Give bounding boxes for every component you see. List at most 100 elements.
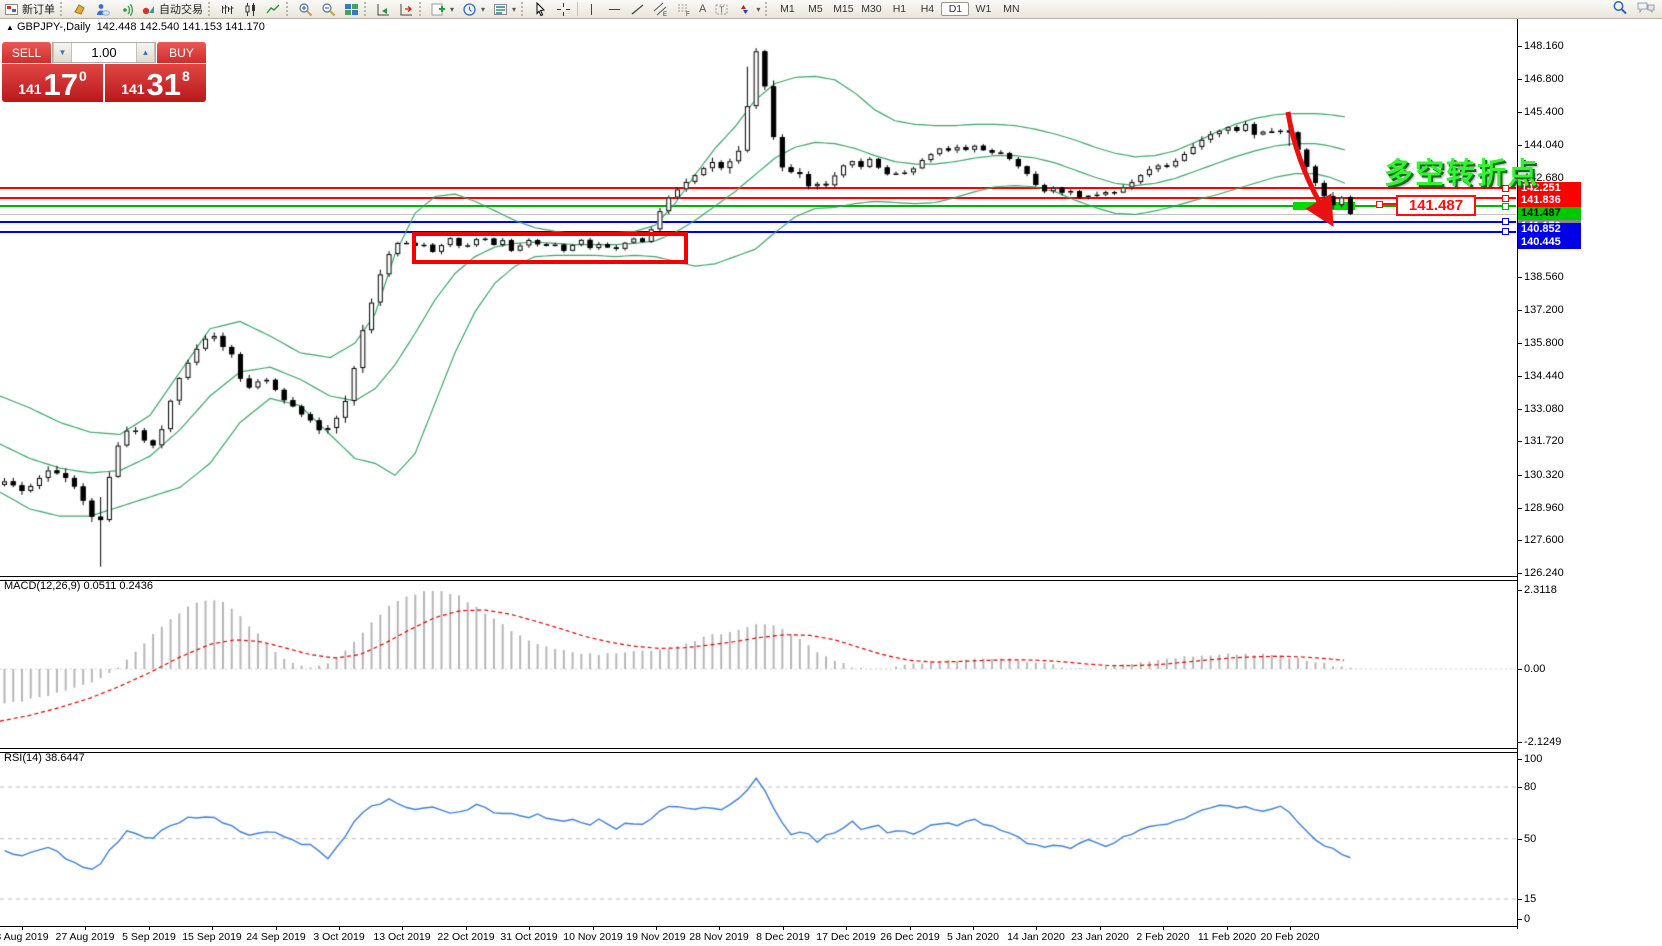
timeframe-toolbar: M1M5M15M30H1H4D1W1MN — [773, 1, 1025, 17]
templates-button[interactable]: ▾ — [489, 1, 520, 17]
toolbar-grip — [208, 2, 215, 16]
timeframe-mn[interactable]: MN — [997, 2, 1025, 16]
buy-button[interactable]: BUY — [157, 42, 206, 63]
crosshair-tool-button[interactable] — [552, 1, 575, 17]
zoom-out-icon — [321, 2, 336, 17]
chart-shift-button[interactable] — [395, 1, 418, 17]
template-icon — [493, 2, 508, 17]
line-handle-140.852[interactable] — [1502, 218, 1509, 225]
new-order-icon — [4, 2, 19, 17]
timeframe-m30[interactable]: M30 — [857, 2, 885, 16]
candlestick-button[interactable] — [239, 1, 262, 17]
price-tag-annotation[interactable]: 141.487 — [1396, 195, 1476, 216]
broadcast-button[interactable] — [114, 1, 137, 17]
sell-price-small: 141 — [18, 81, 41, 97]
text-label-tool-button[interactable]: T — [710, 1, 733, 17]
timeframe-m1[interactable]: M1 — [773, 2, 801, 16]
bar-chart-button[interactable] — [216, 1, 239, 17]
line-handle-141.487[interactable] — [1502, 203, 1509, 210]
line-chart-button[interactable] — [262, 1, 285, 17]
rsi-label: RSI(14) 38.6447 — [4, 752, 85, 764]
equidistant-channel-icon: E — [653, 2, 668, 17]
cursor-icon — [533, 2, 548, 17]
chevron-down-icon: ▾ — [512, 5, 516, 14]
toolbar-grip — [765, 2, 772, 16]
indicators-button[interactable]: ▾ — [427, 1, 458, 17]
svg-text:F: F — [686, 12, 690, 17]
line-handle-140.445[interactable] — [1502, 228, 1509, 235]
horizontal-line-icon — [607, 2, 622, 17]
cloud-user-button[interactable] — [91, 1, 114, 17]
timeframe-m15[interactable]: M15 — [829, 2, 857, 16]
bar-chart-icon — [220, 2, 235, 17]
sell-price-sup: 0 — [79, 68, 87, 84]
periods-button[interactable]: ▾ — [458, 1, 489, 17]
rsi-bottom-border — [0, 926, 1517, 927]
auto-trading-button[interactable]: 自动交易 — [137, 1, 207, 17]
timeframe-m5[interactable]: M5 — [801, 2, 829, 16]
toolbar-grip — [521, 2, 528, 16]
trendline-icon — [630, 2, 645, 17]
text-tool-button[interactable]: A — [695, 1, 710, 17]
price-tag-anchor-square — [1376, 201, 1383, 208]
timeframe-w1[interactable]: W1 — [969, 2, 997, 16]
zoom-in-button[interactable] — [294, 1, 317, 17]
timeframe-d1[interactable]: D1 — [941, 2, 969, 16]
sell-button[interactable]: SELL — [2, 42, 51, 63]
buy-price-display[interactable]: 141 31 8 — [105, 64, 206, 102]
volume-up-button[interactable]: ▲ — [136, 43, 155, 62]
tile-windows-button[interactable] — [340, 1, 363, 17]
cursor-tool-button[interactable] — [529, 1, 552, 17]
candlestick-icon — [243, 2, 258, 17]
auto-trading-label: 自动交易 — [159, 1, 203, 17]
price-tag-connector — [1383, 203, 1396, 205]
symbol-name: GBPJPY-,Daily — [17, 21, 91, 33]
sell-price-display[interactable]: 141 17 0 — [2, 64, 103, 102]
macd-signal-value: 0.2436 — [119, 580, 153, 592]
fibonacci-icon: F — [676, 2, 691, 17]
cloud-user-icon — [95, 2, 110, 17]
macd-main-value: 0.0511 — [83, 580, 116, 592]
chevron-down-icon: ▾ — [450, 5, 454, 14]
timeframe-h1[interactable]: H1 — [885, 2, 913, 16]
price-label-141.487: 141.487 — [1518, 207, 1581, 220]
arrows-tool-button[interactable]: ▾ — [733, 1, 764, 17]
timeframe-h4[interactable]: H4 — [913, 2, 941, 16]
auto-scroll-button[interactable] — [372, 1, 395, 17]
clock-icon — [462, 2, 477, 17]
channel-tool-button[interactable]: E — [649, 1, 672, 17]
svg-text:E: E — [663, 12, 667, 17]
line-handle-141.836[interactable] — [1502, 195, 1509, 202]
chat-icon[interactable] — [1636, 0, 1656, 18]
volume-input[interactable] — [72, 43, 136, 62]
search-icon[interactable] — [1612, 0, 1628, 18]
main-macd-separator[interactable] — [0, 576, 1517, 581]
macd-rsi-separator[interactable] — [0, 748, 1517, 753]
price-label-141.836: 141.836 — [1518, 194, 1581, 207]
auto-scroll-icon — [376, 2, 391, 17]
chevron-down-icon: ▾ — [756, 5, 760, 14]
horizontal-line-tool-button[interactable] — [603, 1, 626, 17]
stamp-button[interactable] — [68, 1, 91, 17]
collapse-arrow-icon[interactable]: ▲ — [6, 23, 14, 32]
text-icon: A — [699, 3, 706, 15]
trendline-tool-button[interactable] — [626, 1, 649, 17]
sell-price-big: 17 — [44, 70, 78, 100]
price-label-140.445: 140.445 — [1518, 236, 1581, 249]
vertical-line-tool-button[interactable] — [580, 1, 603, 17]
toolbar-grip — [419, 2, 426, 16]
stamp-icon — [72, 2, 87, 17]
svg-text:T: T — [720, 5, 725, 14]
price-label-140.852: 140.852 — [1518, 223, 1581, 236]
zoom-out-button[interactable] — [317, 1, 340, 17]
fibonacci-tool-button[interactable]: F — [672, 1, 695, 17]
new-order-label: 新订单 — [22, 1, 55, 17]
consolidation-rectangle-annotation[interactable] — [412, 232, 688, 264]
chart-canvas[interactable] — [0, 0, 1662, 946]
turning-point-text-annotation[interactable]: 多空转折点 — [1384, 150, 1539, 192]
indicators-plus-icon — [431, 2, 446, 17]
volume-down-button[interactable]: ▼ — [53, 43, 72, 62]
volume-box: ▼ ▲ — [52, 42, 156, 63]
auto-trading-icon — [141, 2, 156, 17]
new-order-button[interactable]: 新订单 — [0, 1, 59, 17]
